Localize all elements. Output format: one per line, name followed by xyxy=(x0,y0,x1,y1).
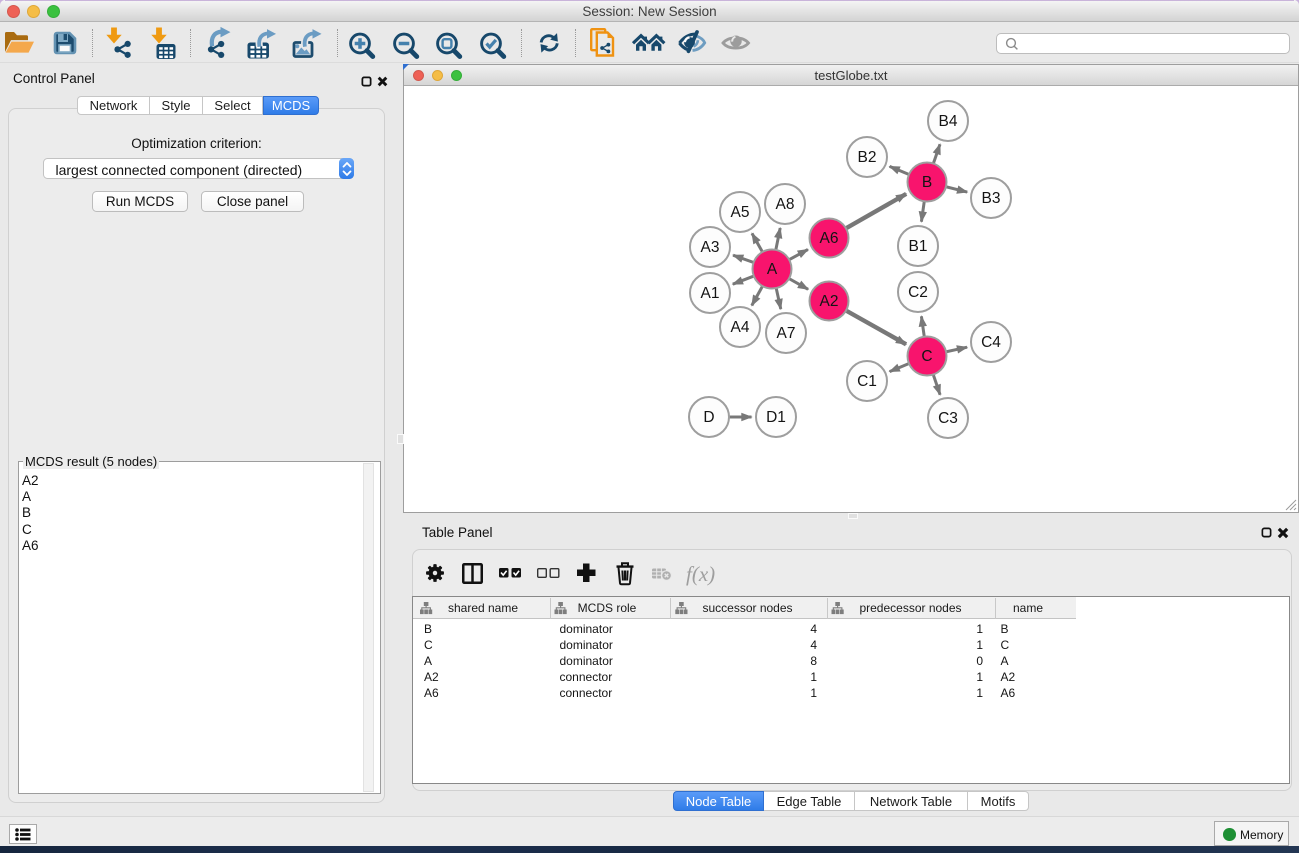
svg-text:B3: B3 xyxy=(982,190,1001,207)
svg-text:f(x): f(x) xyxy=(686,562,715,586)
svg-text:A6: A6 xyxy=(1001,686,1016,700)
svg-text:1: 1 xyxy=(976,622,983,636)
svg-text:dominator: dominator xyxy=(560,622,613,636)
svg-text:A6: A6 xyxy=(424,686,439,700)
svg-text:B4: B4 xyxy=(939,113,958,130)
svg-text:1: 1 xyxy=(810,686,817,700)
svg-text:C1: C1 xyxy=(857,373,877,390)
svg-text:B: B xyxy=(922,174,932,191)
svg-text:0: 0 xyxy=(976,654,983,668)
svg-text:4: 4 xyxy=(810,622,817,636)
svg-text:8: 8 xyxy=(810,654,817,668)
svg-text:C4: C4 xyxy=(981,334,1001,351)
svg-text:C3: C3 xyxy=(938,410,958,427)
svg-text:A5: A5 xyxy=(731,204,750,221)
svg-text:B2: B2 xyxy=(858,149,877,166)
svg-text:name: name xyxy=(1013,601,1043,615)
svg-text:connector: connector xyxy=(560,670,613,684)
svg-text:A7: A7 xyxy=(777,325,796,342)
svg-text:C: C xyxy=(424,638,433,652)
svg-text:B: B xyxy=(1001,622,1009,636)
svg-text:C2: C2 xyxy=(908,284,928,301)
svg-text:A3: A3 xyxy=(701,239,720,256)
svg-text:C: C xyxy=(921,348,932,365)
svg-text:1: 1 xyxy=(810,670,817,684)
svg-text:A8: A8 xyxy=(776,196,795,213)
svg-text:A2: A2 xyxy=(820,293,839,310)
svg-text:dominator: dominator xyxy=(560,654,613,668)
svg-text:A2: A2 xyxy=(1001,670,1016,684)
svg-text:B: B xyxy=(424,622,432,636)
svg-text:1: 1 xyxy=(976,638,983,652)
svg-text:dominator: dominator xyxy=(560,638,613,652)
svg-text:1: 1 xyxy=(976,670,983,684)
svg-text:C: C xyxy=(1001,638,1010,652)
svg-text:1: 1 xyxy=(976,686,983,700)
svg-text:A2: A2 xyxy=(424,670,439,684)
svg-text:successor nodes: successor nodes xyxy=(702,601,792,615)
svg-text:D1: D1 xyxy=(766,409,786,426)
svg-text:A6: A6 xyxy=(820,230,839,247)
svg-text:A1: A1 xyxy=(701,285,720,302)
svg-text:A4: A4 xyxy=(731,319,750,336)
svg-text:connector: connector xyxy=(560,686,613,700)
svg-text:A: A xyxy=(424,654,432,668)
svg-text:B1: B1 xyxy=(909,238,928,255)
svg-text:MCDS role: MCDS role xyxy=(578,601,637,615)
svg-text:D: D xyxy=(703,409,714,426)
svg-text:shared name: shared name xyxy=(448,601,518,615)
svg-text:A: A xyxy=(767,261,778,278)
svg-text:4: 4 xyxy=(810,638,817,652)
svg-text:predecessor nodes: predecessor nodes xyxy=(859,601,961,615)
svg-text:A: A xyxy=(1001,654,1009,668)
